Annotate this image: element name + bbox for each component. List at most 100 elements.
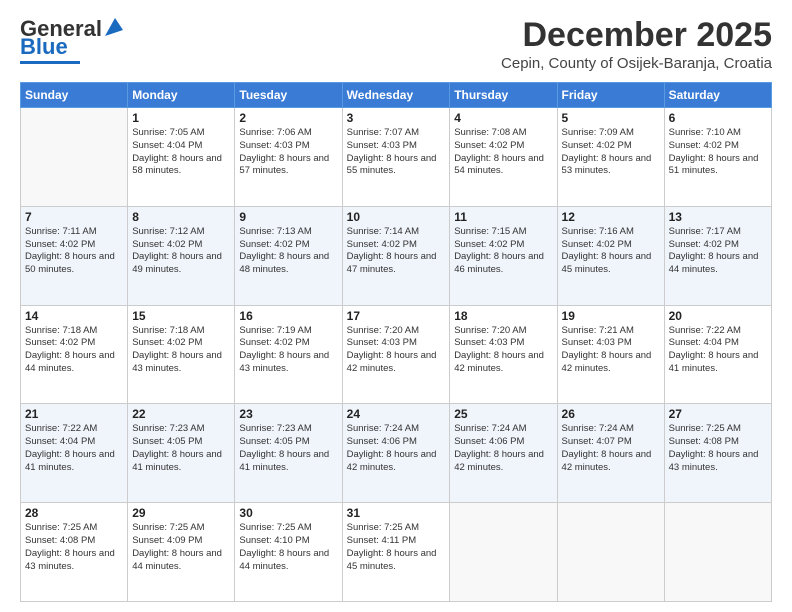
header: General Blue December 2025 Cepin, County…: [20, 16, 772, 72]
day-info: Sunrise: 7:25 AMSunset: 4:09 PMDaylight:…: [132, 522, 230, 573]
day-info: Sunrise: 7:24 AMSunset: 4:06 PMDaylight:…: [454, 423, 552, 474]
calendar-cell: 11 Sunrise: 7:15 AMSunset: 4:02 PMDayligh…: [450, 206, 557, 305]
calendar-cell: 9 Sunrise: 7:13 AMSunset: 4:02 PMDaylight…: [235, 206, 342, 305]
calendar-cell: 2 Sunrise: 7:06 AMSunset: 4:03 PMDaylight…: [235, 108, 342, 207]
calendar-cell: 8 Sunrise: 7:12 AMSunset: 4:02 PMDaylight…: [128, 206, 235, 305]
calendar-cell: 31 Sunrise: 7:25 AMSunset: 4:11 PMDayligh…: [342, 503, 450, 602]
day-number: 15: [132, 309, 230, 323]
day-number: 27: [669, 407, 767, 421]
day-info: Sunrise: 7:21 AMSunset: 4:03 PMDaylight:…: [562, 325, 660, 376]
day-number: 16: [239, 309, 337, 323]
weekday-header: Tuesday: [235, 83, 342, 108]
day-info: Sunrise: 7:13 AMSunset: 4:02 PMDaylight:…: [239, 226, 337, 277]
day-number: 9: [239, 210, 337, 224]
day-number: 29: [132, 506, 230, 520]
day-number: 24: [347, 407, 446, 421]
calendar-cell: 18 Sunrise: 7:20 AMSunset: 4:03 PMDayligh…: [450, 305, 557, 404]
day-number: 18: [454, 309, 552, 323]
day-info: Sunrise: 7:25 AMSunset: 4:08 PMDaylight:…: [25, 522, 123, 573]
day-info: Sunrise: 7:12 AMSunset: 4:02 PMDaylight:…: [132, 226, 230, 277]
weekday-header: Friday: [557, 83, 664, 108]
calendar-cell: 6 Sunrise: 7:10 AMSunset: 4:02 PMDaylight…: [664, 108, 771, 207]
calendar-cell: 14Sunrise: 7:18 AMSunset: 4:02 PMDayligh…: [21, 305, 128, 404]
day-number: 21: [25, 407, 123, 421]
day-number: 10: [347, 210, 446, 224]
calendar-cell: 25Sunrise: 7:24 AMSunset: 4:06 PMDayligh…: [450, 404, 557, 503]
day-info: Sunrise: 7:14 AMSunset: 4:02 PMDaylight:…: [347, 226, 446, 277]
day-number: 26: [562, 407, 660, 421]
day-number: 31: [347, 506, 446, 520]
calendar-cell: 16 Sunrise: 7:19 AMSunset: 4:02 PMDayligh…: [235, 305, 342, 404]
day-number: 7: [25, 210, 123, 224]
weekday-header: Saturday: [664, 83, 771, 108]
day-number: 6: [669, 111, 767, 125]
calendar-cell: 23Sunrise: 7:23 AMSunset: 4:05 PMDayligh…: [235, 404, 342, 503]
weekday-header: Monday: [128, 83, 235, 108]
weekday-header: Thursday: [450, 83, 557, 108]
day-info: Sunrise: 7:09 AMSunset: 4:02 PMDaylight:…: [562, 127, 660, 178]
day-number: 22: [132, 407, 230, 421]
day-info: Sunrise: 7:05 AMSunset: 4:04 PMDaylight:…: [132, 127, 230, 178]
calendar-header-row: SundayMondayTuesdayWednesdayThursdayFrid…: [21, 83, 772, 108]
day-info: Sunrise: 7:23 AMSunset: 4:05 PMDaylight:…: [132, 423, 230, 474]
month-title: December 2025: [501, 16, 772, 55]
day-number: 8: [132, 210, 230, 224]
day-info: Sunrise: 7:25 AMSunset: 4:10 PMDaylight:…: [239, 522, 337, 573]
logo-arrow-icon: [103, 16, 125, 38]
calendar-cell: [664, 503, 771, 602]
day-info: Sunrise: 7:08 AMSunset: 4:02 PMDaylight:…: [454, 127, 552, 178]
calendar-cell: 26 Sunrise: 7:24 AMSunset: 4:07 PMDayligh…: [557, 404, 664, 503]
day-number: 3: [347, 111, 446, 125]
calendar-cell: [450, 503, 557, 602]
calendar-cell: 22 Sunrise: 7:23 AMSunset: 4:05 PMDayligh…: [128, 404, 235, 503]
day-info: Sunrise: 7:20 AMSunset: 4:03 PMDaylight:…: [454, 325, 552, 376]
day-number: 11: [454, 210, 552, 224]
weekday-header: Sunday: [21, 83, 128, 108]
calendar-cell: [557, 503, 664, 602]
day-info: Sunrise: 7:06 AMSunset: 4:03 PMDaylight:…: [239, 127, 337, 178]
calendar-cell: 5Sunrise: 7:09 AMSunset: 4:02 PMDaylight…: [557, 108, 664, 207]
calendar-cell: 13Sunrise: 7:17 AMSunset: 4:02 PMDayligh…: [664, 206, 771, 305]
day-number: 19: [562, 309, 660, 323]
day-info: Sunrise: 7:22 AMSunset: 4:04 PMDaylight:…: [25, 423, 123, 474]
calendar-table: SundayMondayTuesdayWednesdayThursdayFrid…: [20, 82, 772, 602]
calendar-cell: 1 Sunrise: 7:05 AMSunset: 4:04 PMDaylight…: [128, 108, 235, 207]
day-info: Sunrise: 7:23 AMSunset: 4:05 PMDaylight:…: [239, 423, 337, 474]
day-info: Sunrise: 7:18 AMSunset: 4:02 PMDaylight:…: [25, 325, 123, 376]
calendar-cell: [21, 108, 128, 207]
day-number: 1: [132, 111, 230, 125]
calendar-cell: 28Sunrise: 7:25 AMSunset: 4:08 PMDayligh…: [21, 503, 128, 602]
day-number: 12: [562, 210, 660, 224]
calendar-cell: 12Sunrise: 7:16 AMSunset: 4:02 PMDayligh…: [557, 206, 664, 305]
day-info: Sunrise: 7:25 AMSunset: 4:11 PMDaylight:…: [347, 522, 446, 573]
day-info: Sunrise: 7:07 AMSunset: 4:03 PMDaylight:…: [347, 127, 446, 178]
calendar-cell: 24 Sunrise: 7:24 AMSunset: 4:06 PMDayligh…: [342, 404, 450, 503]
day-info: Sunrise: 7:22 AMSunset: 4:04 PMDaylight:…: [669, 325, 767, 376]
calendar-cell: 19 Sunrise: 7:21 AMSunset: 4:03 PMDayligh…: [557, 305, 664, 404]
day-info: Sunrise: 7:24 AMSunset: 4:06 PMDaylight:…: [347, 423, 446, 474]
calendar-cell: 30Sunrise: 7:25 AMSunset: 4:10 PMDayligh…: [235, 503, 342, 602]
calendar-cell: 29 Sunrise: 7:25 AMSunset: 4:09 PMDayligh…: [128, 503, 235, 602]
day-info: Sunrise: 7:10 AMSunset: 4:02 PMDaylight:…: [669, 127, 767, 178]
day-info: Sunrise: 7:24 AMSunset: 4:07 PMDaylight:…: [562, 423, 660, 474]
logo-underline: [20, 61, 80, 64]
day-info: Sunrise: 7:19 AMSunset: 4:02 PMDaylight:…: [239, 325, 337, 376]
title-area: December 2025 Cepin, County of Osijek-Ba…: [501, 16, 772, 72]
day-info: Sunrise: 7:15 AMSunset: 4:02 PMDaylight:…: [454, 226, 552, 277]
calendar-cell: 3 Sunrise: 7:07 AMSunset: 4:03 PMDaylight…: [342, 108, 450, 207]
day-info: Sunrise: 7:11 AMSunset: 4:02 PMDaylight:…: [25, 226, 123, 277]
logo: General Blue: [20, 16, 125, 64]
day-number: 4: [454, 111, 552, 125]
calendar-cell: 4 Sunrise: 7:08 AMSunset: 4:02 PMDaylight…: [450, 108, 557, 207]
calendar-cell: 27 Sunrise: 7:25 AMSunset: 4:08 PMDayligh…: [664, 404, 771, 503]
page: General Blue December 2025 Cepin, County…: [0, 0, 792, 612]
day-number: 17: [347, 309, 446, 323]
day-info: Sunrise: 7:25 AMSunset: 4:08 PMDaylight:…: [669, 423, 767, 474]
calendar-cell: 10 Sunrise: 7:14 AMSunset: 4:02 PMDayligh…: [342, 206, 450, 305]
calendar-cell: 7 Sunrise: 7:11 AMSunset: 4:02 PMDaylight…: [21, 206, 128, 305]
day-number: 2: [239, 111, 337, 125]
day-info: Sunrise: 7:20 AMSunset: 4:03 PMDaylight:…: [347, 325, 446, 376]
weekday-header: Wednesday: [342, 83, 450, 108]
subtitle: Cepin, County of Osijek-Baranja, Croatia: [501, 55, 772, 72]
calendar-cell: 21 Sunrise: 7:22 AMSunset: 4:04 PMDayligh…: [21, 404, 128, 503]
